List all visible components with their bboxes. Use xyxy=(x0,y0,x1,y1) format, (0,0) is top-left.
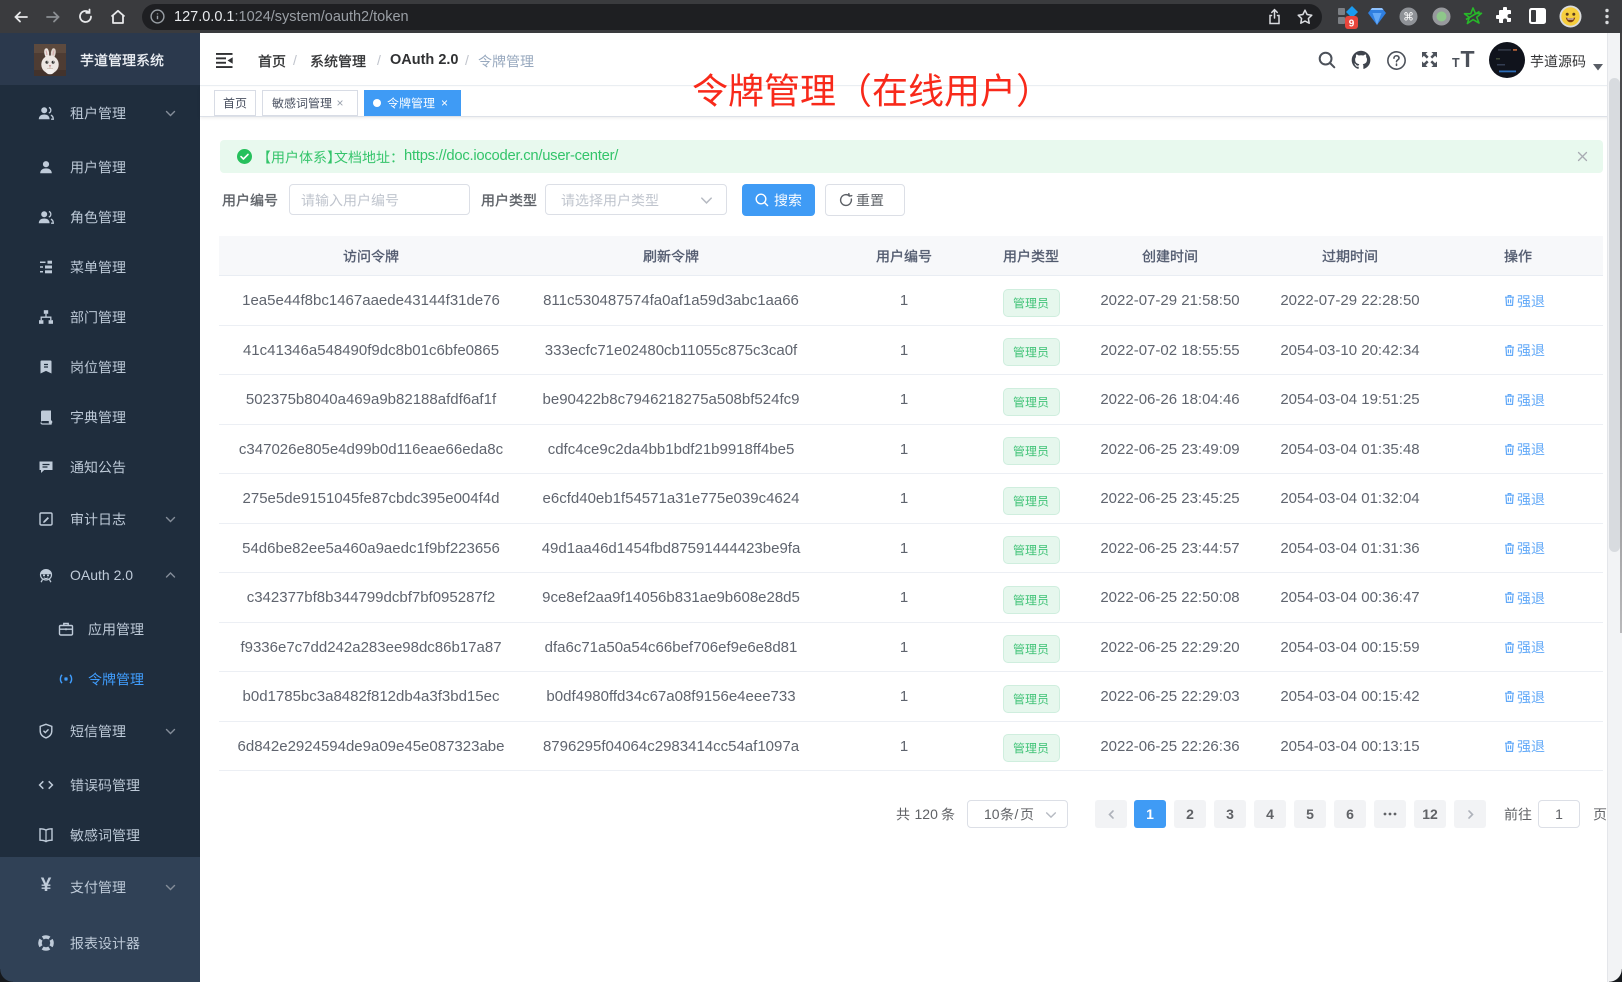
svg-text:⌘: ⌘ xyxy=(1403,12,1414,24)
svg-text:9: 9 xyxy=(1349,19,1355,30)
